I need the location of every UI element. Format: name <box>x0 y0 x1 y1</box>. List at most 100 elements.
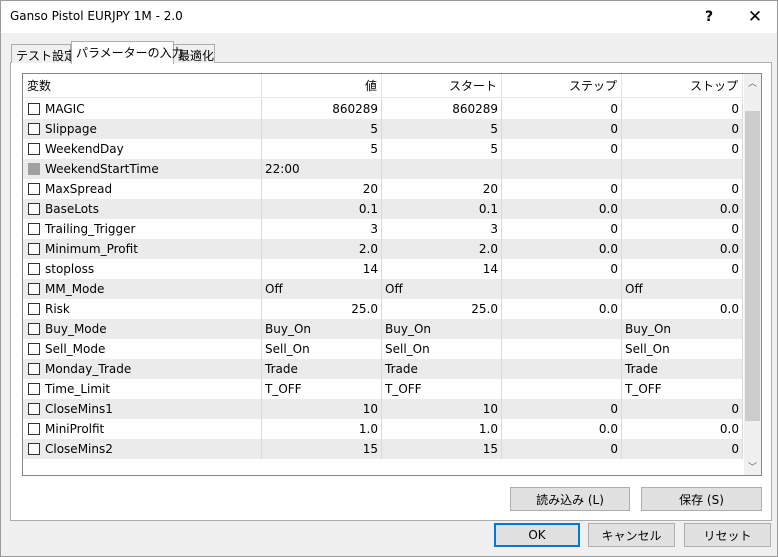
cancel-button[interactable]: キャンセル <box>588 523 675 547</box>
param-value[interactable]: Trade <box>262 359 382 379</box>
table-row[interactable]: Monday_Trade Trade Trade Trade <box>23 359 743 379</box>
optimize-checkbox[interactable] <box>28 263 40 275</box>
param-stop[interactable]: Trade <box>622 359 743 379</box>
optimize-checkbox[interactable] <box>28 183 40 195</box>
param-step[interactable] <box>502 359 622 379</box>
param-stop[interactable]: 0 <box>622 139 743 159</box>
param-value[interactable]: 20 <box>262 179 382 199</box>
param-value[interactable]: Off <box>262 279 382 299</box>
table-row[interactable]: CloseMins1 10 10 0 0 <box>23 399 743 419</box>
param-start[interactable] <box>382 159 502 179</box>
optimize-checkbox[interactable] <box>28 403 40 415</box>
param-start[interactable]: 860289 <box>382 99 502 119</box>
table-row[interactable]: MaxSpread 20 20 0 0 <box>23 179 743 199</box>
optimize-checkbox[interactable] <box>28 243 40 255</box>
optimize-checkbox[interactable] <box>28 323 40 335</box>
header-step[interactable]: ステップ <box>502 74 622 98</box>
param-start[interactable]: 5 <box>382 139 502 159</box>
param-start[interactable]: 14 <box>382 259 502 279</box>
table-row[interactable]: MiniProlfit 1.0 1.0 0.0 0.0 <box>23 419 743 439</box>
table-row[interactable]: stoploss 14 14 0 0 <box>23 259 743 279</box>
param-step[interactable] <box>502 379 622 399</box>
param-step[interactable]: 0 <box>502 119 622 139</box>
ok-button[interactable]: OK <box>494 523 580 547</box>
param-value[interactable]: 5 <box>262 139 382 159</box>
param-stop[interactable]: 0.0 <box>622 199 743 219</box>
table-row[interactable]: MAGIC 860289 860289 0 0 <box>23 99 743 119</box>
optimize-checkbox[interactable] <box>28 103 40 115</box>
param-stop[interactable]: 0.0 <box>622 299 743 319</box>
param-value[interactable]: 860289 <box>262 99 382 119</box>
param-stop[interactable]: 0 <box>622 219 743 239</box>
load-button[interactable]: 読み込み (L) <box>510 487 630 511</box>
table-row[interactable]: WeekendDay 5 5 0 0 <box>23 139 743 159</box>
table-row[interactable]: Trailing_Trigger 3 3 0 0 <box>23 219 743 239</box>
param-start[interactable]: 3 <box>382 219 502 239</box>
param-start[interactable]: 10 <box>382 399 502 419</box>
tab-parameter-input[interactable]: パラメーターの入力 <box>71 41 184 64</box>
param-step[interactable]: 0 <box>502 219 622 239</box>
help-button[interactable]: ? <box>687 1 731 33</box>
param-value[interactable]: 0.1 <box>262 199 382 219</box>
param-value[interactable]: 15 <box>262 439 382 459</box>
param-value[interactable]: 2.0 <box>262 239 382 259</box>
param-stop[interactable]: 0 <box>622 259 743 279</box>
param-step[interactable]: 0.0 <box>502 239 622 259</box>
param-stop[interactable]: T_OFF <box>622 379 743 399</box>
param-start[interactable]: 25.0 <box>382 299 502 319</box>
param-start[interactable]: Buy_On <box>382 319 502 339</box>
table-row[interactable]: Risk 25.0 25.0 0.0 0.0 <box>23 299 743 319</box>
param-value[interactable]: T_OFF <box>262 379 382 399</box>
param-step[interactable]: 0 <box>502 439 622 459</box>
optimize-checkbox[interactable] <box>28 283 40 295</box>
param-stop[interactable]: Buy_On <box>622 319 743 339</box>
param-step[interactable]: 0 <box>502 99 622 119</box>
param-step[interactable] <box>502 339 622 359</box>
table-row[interactable]: MM_Mode Off Off Off <box>23 279 743 299</box>
table-row[interactable]: Slippage 5 5 0 0 <box>23 119 743 139</box>
param-step[interactable]: 0 <box>502 259 622 279</box>
param-start[interactable]: 15 <box>382 439 502 459</box>
header-value[interactable]: 値 <box>262 74 382 98</box>
param-value[interactable]: 10 <box>262 399 382 419</box>
optimize-checkbox[interactable] <box>28 363 40 375</box>
param-value[interactable]: 3 <box>262 219 382 239</box>
header-stop[interactable]: ストップ <box>622 74 743 98</box>
param-step[interactable]: 0 <box>502 139 622 159</box>
vertical-scrollbar[interactable]: ︿ ﹀ <box>744 74 761 475</box>
param-stop[interactable]: 0 <box>622 179 743 199</box>
optimize-checkbox[interactable] <box>28 423 40 435</box>
param-value[interactable]: 14 <box>262 259 382 279</box>
param-start[interactable]: 5 <box>382 119 502 139</box>
param-value[interactable]: Buy_On <box>262 319 382 339</box>
param-step[interactable]: 0 <box>502 179 622 199</box>
param-stop[interactable] <box>622 159 743 179</box>
optimize-checkbox[interactable] <box>28 223 40 235</box>
param-value[interactable]: Sell_On <box>262 339 382 359</box>
reset-button[interactable]: リセット <box>684 523 771 547</box>
param-value[interactable]: 22:00 <box>262 159 382 179</box>
param-stop[interactable]: 0.0 <box>622 419 743 439</box>
optimize-checkbox[interactable] <box>28 343 40 355</box>
tab-test-settings[interactable]: テスト設定 <box>11 44 76 63</box>
optimize-checkbox[interactable] <box>28 203 40 215</box>
param-step[interactable]: 0 <box>502 399 622 419</box>
param-stop[interactable]: 0 <box>622 119 743 139</box>
param-stop[interactable]: 0 <box>622 439 743 459</box>
optimize-checkbox[interactable] <box>28 383 40 395</box>
param-stop[interactable]: 0 <box>622 399 743 419</box>
param-start[interactable]: 20 <box>382 179 502 199</box>
param-stop[interactable]: 0.0 <box>622 239 743 259</box>
table-row[interactable]: BaseLots 0.1 0.1 0.0 0.0 <box>23 199 743 219</box>
param-step[interactable]: 0.0 <box>502 419 622 439</box>
param-start[interactable]: Trade <box>382 359 502 379</box>
table-row[interactable]: Sell_Mode Sell_On Sell_On Sell_On <box>23 339 743 359</box>
close-button[interactable]: ✕ <box>733 1 777 33</box>
scroll-down-arrow-icon[interactable]: ﹀ <box>744 458 761 475</box>
param-start[interactable]: 1.0 <box>382 419 502 439</box>
table-row[interactable]: Minimum_Profit 2.0 2.0 0.0 0.0 <box>23 239 743 259</box>
scroll-up-arrow-icon[interactable]: ︿ <box>744 74 761 91</box>
save-button[interactable]: 保存 (S) <box>641 487 762 511</box>
param-stop[interactable]: Off <box>622 279 743 299</box>
param-start[interactable]: Sell_On <box>382 339 502 359</box>
